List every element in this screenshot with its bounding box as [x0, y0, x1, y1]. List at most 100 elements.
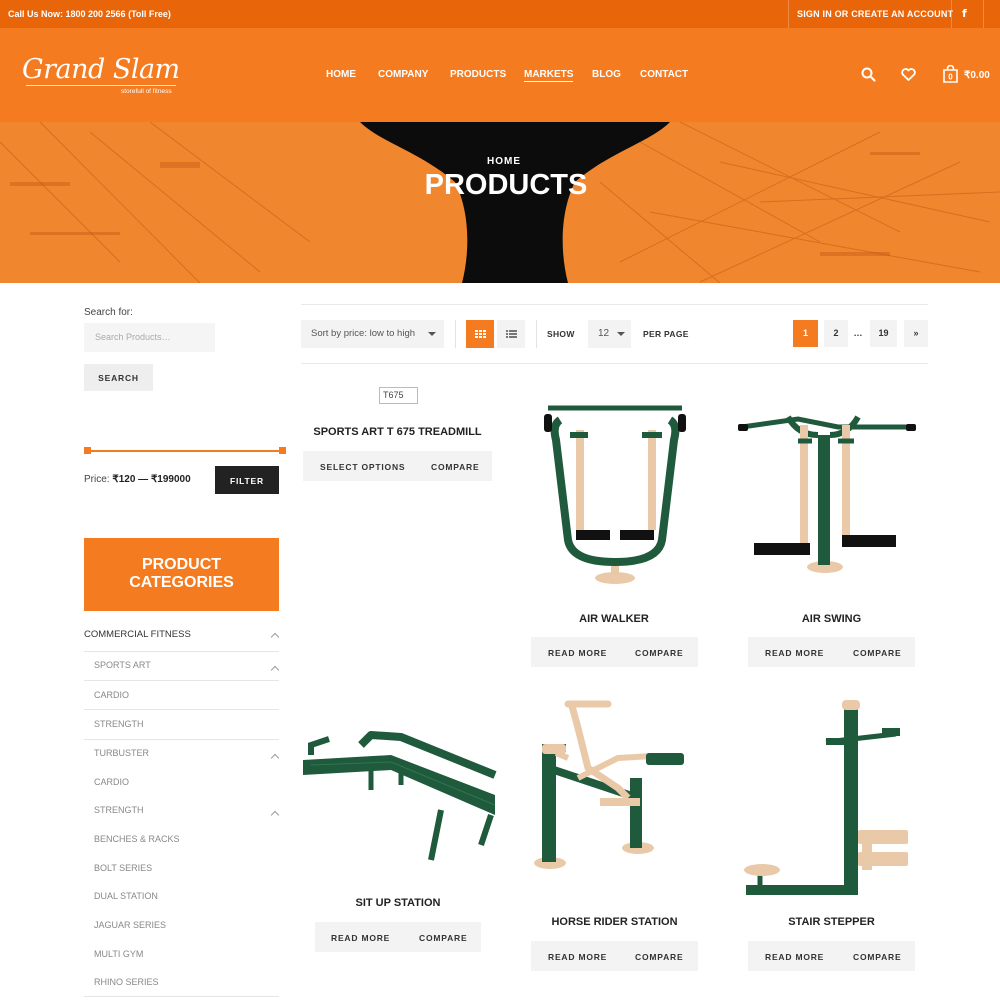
search-input[interactable]: Search Products…	[84, 323, 215, 352]
category-strength[interactable]: STRENGTH	[94, 719, 144, 729]
divider	[84, 680, 279, 681]
product-categories-heading: PRODUCT CATEGORIES	[84, 538, 279, 611]
divider	[983, 0, 984, 28]
facebook-icon[interactable]: f	[962, 7, 967, 20]
top-bar: Call Us Now: 1800 200 2566 (Toll Free) S…	[0, 0, 1000, 28]
category-strength[interactable]: STRENGTH	[94, 805, 144, 815]
logo-underline	[26, 85, 176, 86]
divider	[455, 320, 456, 348]
cart-count: 0	[948, 73, 953, 82]
product-image-broken[interactable]: T675	[379, 387, 418, 404]
grid-view-button[interactable]	[466, 320, 494, 348]
category-turbuster[interactable]: TURBUSTER	[94, 748, 149, 758]
nav-contact[interactable]: CONTACT	[640, 69, 688, 80]
divider	[301, 363, 928, 364]
heart-icon[interactable]	[901, 68, 916, 81]
compare-button[interactable]: COMPARE	[635, 952, 683, 962]
read-more-button[interactable]: READ MORE	[548, 648, 607, 658]
page-19-button[interactable]: 19	[870, 320, 897, 347]
compare-button[interactable]: COMPARE	[431, 462, 479, 472]
price-slider-max-handle[interactable]	[279, 447, 286, 454]
product-actions: READ MORE COMPARE	[531, 637, 698, 667]
logo[interactable]: Grand Slam	[22, 54, 180, 85]
product-actions: READ MORE COMPARE	[531, 941, 698, 971]
nav-blog[interactable]: BLOG	[592, 69, 621, 80]
price-slider[interactable]	[87, 450, 284, 452]
page-1-button[interactable]: 1	[793, 320, 818, 347]
hero-background-image	[0, 122, 1000, 283]
category-cardio[interactable]: CARDIO	[94, 777, 129, 787]
price-slider-min-handle[interactable]	[84, 447, 91, 454]
cart-total[interactable]: ₹0.00	[964, 70, 990, 81]
nav-products[interactable]: PRODUCTS	[450, 69, 506, 80]
grid-icon	[475, 330, 486, 338]
category-benches-racks[interactable]: BENCHES & RACKS	[94, 834, 180, 844]
chevron-up-icon[interactable]	[270, 753, 280, 763]
category-rhino-series[interactable]: RHINO SERIES	[94, 977, 159, 987]
product-image-air-walker[interactable]	[540, 400, 690, 590]
divider	[84, 739, 279, 740]
page-ellipsis: …	[853, 328, 863, 338]
search-label: Search for:	[84, 307, 133, 318]
compare-button[interactable]: COMPARE	[419, 933, 467, 943]
category-cardio[interactable]: CARDIO	[94, 690, 129, 700]
compare-button[interactable]: COMPARE	[853, 952, 901, 962]
search-icon[interactable]	[861, 67, 876, 82]
price-label: Price:	[84, 474, 110, 485]
divider	[951, 0, 952, 28]
read-more-button[interactable]: READ MORE	[548, 952, 607, 962]
product-image-air-swing[interactable]	[738, 405, 918, 577]
logo-tagline: storefull of fitness	[121, 88, 172, 95]
chevron-down-icon	[617, 332, 625, 336]
product-actions: READ MORE COMPARE	[748, 637, 915, 667]
filter-button[interactable]: FILTER	[215, 466, 279, 494]
sort-select[interactable]: Sort by price: low to high	[301, 320, 444, 348]
sign-in-link[interactable]: SIGN IN OR CREATE AN ACCOUNT	[797, 9, 953, 19]
divider	[84, 651, 279, 652]
chevron-up-icon[interactable]	[270, 632, 280, 642]
read-more-button[interactable]: READ MORE	[765, 648, 824, 658]
breadcrumb-home[interactable]: HOME	[0, 156, 1000, 167]
per-page-label: PER PAGE	[643, 329, 689, 339]
page-2-button[interactable]: 2	[824, 320, 848, 347]
price-range: Price: ₹120 — ₹199000	[84, 474, 191, 485]
chevron-up-icon[interactable]	[270, 810, 280, 820]
product-title[interactable]: STAIR STEPPER	[748, 916, 915, 928]
divider	[788, 0, 789, 28]
product-image-stair-stepper[interactable]	[742, 700, 914, 900]
site-header: Grand Slam storefull of fitness HOME COM…	[0, 28, 1000, 122]
product-actions: READ MORE COMPARE	[748, 941, 915, 971]
read-more-button[interactable]: READ MORE	[331, 933, 390, 943]
category-dual-station[interactable]: DUAL STATION	[94, 891, 158, 901]
categories-heading-line-1: PRODUCT	[141, 556, 222, 573]
product-image-sit-up-station[interactable]	[301, 715, 497, 865]
divider	[301, 304, 928, 305]
compare-button[interactable]: COMPARE	[635, 648, 683, 658]
list-view-button[interactable]	[497, 320, 525, 348]
compare-button[interactable]: COMPARE	[853, 648, 901, 658]
category-multi-gym[interactable]: MULTI GYM	[94, 949, 143, 959]
category-sports-art[interactable]: SPORTS ART	[94, 660, 151, 670]
nav-markets[interactable]: MARKETS	[524, 69, 574, 82]
show-label: SHOW	[547, 329, 575, 339]
select-options-button[interactable]: SELECT OPTIONS	[320, 462, 405, 472]
category-jaguar-series[interactable]: JAGUAR SERIES	[94, 920, 166, 930]
product-title[interactable]: AIR WALKER	[530, 613, 698, 625]
chevron-up-icon[interactable]	[270, 665, 280, 675]
nav-company[interactable]: COMPANY	[378, 69, 428, 80]
category-bolt-series[interactable]: BOLT SERIES	[94, 863, 152, 873]
per-page-select[interactable]: 12	[588, 320, 631, 348]
product-title[interactable]: SIT UP STATION	[315, 897, 481, 909]
category-commercial-fitness[interactable]: COMMERCIAL FITNESS	[84, 629, 191, 640]
cart-icon[interactable]: 0	[942, 65, 960, 83]
sort-value: Sort by price: low to high	[311, 328, 416, 339]
product-image-horse-rider-station[interactable]	[528, 698, 694, 874]
divider	[84, 709, 279, 710]
product-title[interactable]: AIR SWING	[748, 613, 915, 625]
read-more-button[interactable]: READ MORE	[765, 952, 824, 962]
product-title[interactable]: SPORTS ART T 675 TREADMILL	[303, 426, 492, 438]
product-title[interactable]: HORSE RIDER STATION	[531, 916, 698, 928]
search-button[interactable]: SEARCH	[84, 364, 153, 391]
next-page-button[interactable]: »	[904, 320, 928, 347]
nav-home[interactable]: HOME	[326, 69, 356, 80]
